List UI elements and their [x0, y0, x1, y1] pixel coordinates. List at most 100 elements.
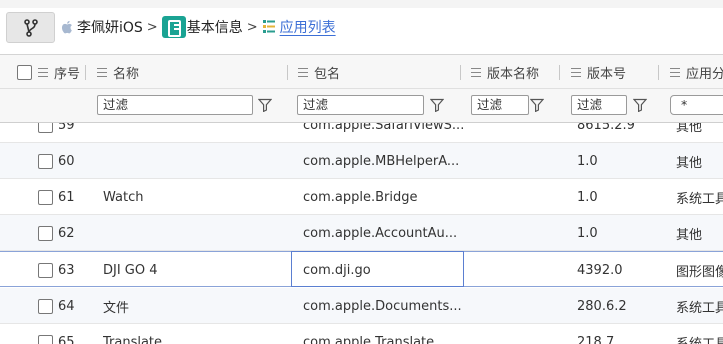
- row-checkbox-cell: [38, 252, 53, 288]
- cell-version-code: 1.0: [577, 153, 598, 169]
- column-header-version-name[interactable]: 版本名称: [471, 55, 539, 89]
- column-menu-icon[interactable]: [38, 67, 48, 77]
- cell-name: DJI GO 4: [103, 262, 158, 278]
- column-header-category[interactable]: 应用分: [670, 55, 723, 89]
- filter-icon[interactable]: [258, 98, 272, 112]
- row-checkbox[interactable]: [38, 262, 53, 278]
- app-info-icon: [161, 16, 186, 38]
- row-checkbox[interactable]: [38, 225, 53, 241]
- breadcrumb-separator: >: [246, 19, 258, 35]
- column-divider[interactable]: [460, 65, 461, 80]
- column-header-package[interactable]: 包名: [298, 55, 340, 89]
- cell-index: 61: [58, 189, 75, 205]
- column-header-index[interactable]: 序号: [38, 55, 80, 89]
- breadcrumb-item-app-list[interactable]: 应用列表: [262, 17, 336, 37]
- breadcrumb-label-basic-info: 基本信息: [186, 20, 243, 36]
- breadcrumb-label-device: 李佩妍iOS: [77, 20, 143, 36]
- column-divider[interactable]: [287, 65, 288, 80]
- row-checkbox-cell: [38, 324, 53, 344]
- column-label-name: 名称: [113, 66, 140, 82]
- table-row[interactable]: 62 com.apple.AccountAu... 1.0 其他: [0, 215, 723, 251]
- table-row[interactable]: 64 文件 com.apple.Documents... 280.6.2 系统工…: [0, 288, 723, 324]
- cell-version-code: 8615.2.9: [577, 123, 635, 133]
- column-label-category: 应用分: [686, 66, 723, 82]
- cell-package: com.apple.Documents...: [303, 298, 462, 314]
- row-checkbox[interactable]: [38, 123, 53, 133]
- column-menu-icon[interactable]: [97, 67, 107, 77]
- column-menu-icon[interactable]: [670, 67, 680, 77]
- apple-icon: [61, 20, 72, 34]
- cell-version-code: 1.0: [577, 225, 598, 241]
- cell-name: 文件: [103, 300, 130, 316]
- cell-package: com.apple.SafariViewS...: [303, 123, 465, 133]
- column-divider[interactable]: [85, 65, 86, 80]
- filter-input-package[interactable]: 过滤: [297, 95, 424, 115]
- breadcrumb-item-basic-info[interactable]: 基本信息: [161, 16, 243, 38]
- filter-select-category[interactable]: *: [670, 95, 723, 115]
- column-menu-icon[interactable]: [571, 67, 581, 77]
- branch-button[interactable]: [6, 12, 55, 43]
- table-row-selected[interactable]: 63 DJI GO 4 com.dji.go 4392.0 图形图像: [0, 251, 723, 287]
- breadcrumb: 李佩妍iOS > 基本信息 > 应用列表: [60, 15, 336, 39]
- cell-package: com.apple.Bridge: [303, 189, 418, 205]
- branch-icon: [23, 18, 38, 37]
- column-label-version-name: 版本名称: [487, 66, 540, 82]
- column-menu-icon[interactable]: [471, 67, 481, 77]
- row-checkbox[interactable]: [38, 334, 53, 344]
- cell-category: 系统工具: [676, 336, 723, 344]
- cell-category: 图形图像: [676, 264, 723, 280]
- column-header-name[interactable]: 名称: [97, 55, 139, 89]
- filter-icon[interactable]: [530, 98, 544, 112]
- row-checkbox-cell: [38, 143, 53, 179]
- table-row[interactable]: 61 Watch com.apple.Bridge 1.0 系统工具: [0, 179, 723, 215]
- table-row[interactable]: 65 Translate com.apple.Translate 218.7 系…: [0, 324, 723, 344]
- column-label-index: 序号: [54, 66, 81, 82]
- cell-name: Translate: [103, 334, 163, 344]
- row-checkbox-cell: [38, 123, 53, 143]
- cell-version-code: 218.7: [577, 334, 615, 344]
- cell-index: 63: [58, 262, 75, 278]
- row-checkbox[interactable]: [38, 153, 53, 169]
- filter-icon[interactable]: [430, 98, 444, 112]
- cell-package: com.apple.MBHelperA...: [303, 153, 460, 169]
- column-divider[interactable]: [658, 65, 659, 80]
- table-body: 59 com.apple.SafariViewS... 8615.2.9 其他 …: [0, 123, 723, 344]
- app-table: 序号 名称 包名 版本名称 版本号 应用分 过滤 过滤 过滤 过滤 * 59 c…: [0, 54, 723, 344]
- cell-category: 系统工具: [676, 300, 723, 316]
- filter-input-version-code[interactable]: 过滤: [571, 95, 627, 115]
- column-label-package: 包名: [314, 66, 341, 82]
- row-checkbox-cell: [38, 288, 53, 324]
- row-checkbox[interactable]: [38, 189, 53, 205]
- row-checkbox-cell: [38, 179, 53, 215]
- app-list-icon: [262, 20, 275, 33]
- filter-icon[interactable]: [633, 98, 647, 112]
- select-all-checkbox-cell: [17, 55, 32, 89]
- filter-input-version-name[interactable]: 过滤: [471, 95, 529, 115]
- row-checkbox[interactable]: [38, 298, 53, 314]
- filter-input-name[interactable]: 过滤: [97, 95, 253, 115]
- cell-version-code: 4392.0: [577, 262, 623, 278]
- top-strip: [0, 0, 723, 8]
- cell-category: 其他: [676, 227, 703, 243]
- table-row[interactable]: 59 com.apple.SafariViewS... 8615.2.9 其他: [0, 123, 723, 143]
- breadcrumb-separator: >: [146, 19, 158, 35]
- column-label-version-code: 版本号: [587, 66, 627, 82]
- breadcrumb-item-device[interactable]: 李佩妍iOS: [60, 17, 143, 37]
- cell-package[interactable]: com.dji.go: [303, 252, 371, 288]
- column-menu-icon[interactable]: [298, 67, 308, 77]
- row-checkbox-cell: [38, 215, 53, 251]
- table-row[interactable]: 60 com.apple.MBHelperA... 1.0 其他: [0, 143, 723, 179]
- cell-package: com.apple.AccountAu...: [303, 225, 458, 241]
- column-header-version-code[interactable]: 版本号: [571, 55, 626, 89]
- cell-package: com.apple.Translate: [303, 334, 435, 344]
- select-all-checkbox[interactable]: [17, 64, 32, 80]
- cell-version-code: 280.6.2: [577, 298, 627, 314]
- cell-index: 65: [58, 334, 75, 344]
- breadcrumb-bar: 李佩妍iOS > 基本信息 > 应用列表: [0, 0, 723, 54]
- table-header: 序号 名称 包名 版本名称 版本号 应用分: [0, 55, 723, 89]
- cell-index: 59: [58, 123, 75, 133]
- cell-category: 其他: [676, 123, 703, 135]
- column-divider[interactable]: [559, 65, 560, 80]
- cell-index: 62: [58, 225, 75, 241]
- cell-index: 64: [58, 298, 75, 314]
